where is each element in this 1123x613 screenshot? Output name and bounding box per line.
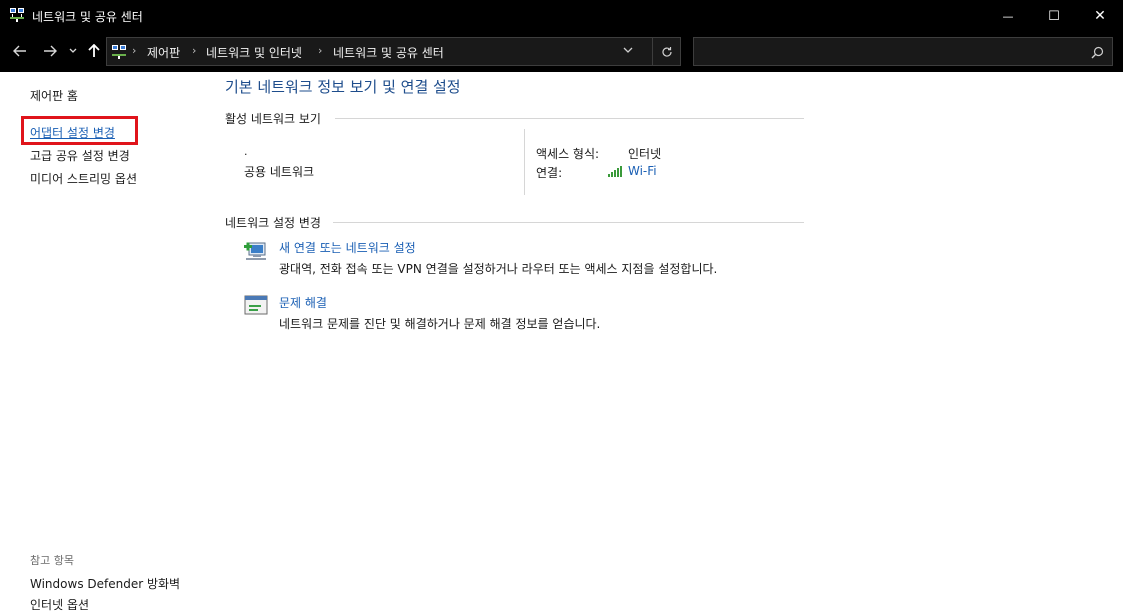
connections-label: 연결: <box>536 166 563 180</box>
new-connection-icon <box>243 239 269 263</box>
recent-locations-button[interactable] <box>66 40 80 62</box>
access-type-label: 액세스 형식: <box>536 147 600 161</box>
up-button[interactable] <box>85 40 103 62</box>
media-streaming-options-link[interactable]: 미디어 스트리밍 옵션 <box>30 170 137 187</box>
breadcrumb-control-panel[interactable]: 제어판 <box>147 44 180 61</box>
new-connection-description: 광대역, 전화 접속 또는 VPN 연결을 설정하거나 라우터 또는 액세스 지… <box>279 262 718 276</box>
refresh-button[interactable] <box>652 38 681 65</box>
network-center-icon <box>9 7 25 23</box>
network-name: . <box>244 145 248 158</box>
internet-options-link[interactable]: 인터넷 옵션 <box>30 596 89 613</box>
wifi-connection-link[interactable]: Wi-Fi <box>608 164 657 178</box>
refresh-icon <box>662 46 672 57</box>
windows-defender-firewall-link[interactable]: Windows Defender 방화벽 <box>30 575 180 592</box>
change-settings-heading: 네트워크 설정 변경 <box>225 216 321 230</box>
address-dropdown-button[interactable] <box>623 44 633 57</box>
breadcrumb-separator: › <box>318 44 323 57</box>
breadcrumb-separator: › <box>132 44 137 57</box>
network-center-icon <box>111 44 127 60</box>
chevron-down-icon <box>69 48 77 53</box>
back-arrow-icon <box>13 45 26 57</box>
breadcrumb-network-sharing-center[interactable]: 네트워크 및 공유 센터 <box>333 44 444 61</box>
chevron-down-icon <box>623 47 633 53</box>
breadcrumb-separator: › <box>192 44 197 57</box>
forward-arrow-icon <box>44 45 57 57</box>
advanced-sharing-settings-link[interactable]: 고급 공유 설정 변경 <box>30 147 130 164</box>
section-divider <box>333 222 804 223</box>
active-networks-heading: 활성 네트워크 보기 <box>225 112 321 126</box>
column-divider <box>524 129 525 195</box>
control-panel-home-link[interactable]: 제어판 홈 <box>30 87 78 104</box>
section-divider <box>335 118 804 119</box>
close-button[interactable]: ✕ <box>1077 0 1123 32</box>
address-bar[interactable]: › 제어판 › 네트워크 및 인터넷 › 네트워크 및 공유 센터 <box>106 37 681 66</box>
window-title: 네트워크 및 공유 센터 <box>32 10 143 24</box>
change-adapter-settings-link[interactable]: 어댑터 설정 변경 <box>30 124 115 141</box>
network-type-link[interactable]: 공용 네트워크 <box>244 163 314 180</box>
minimize-button[interactable]: — <box>985 0 1031 32</box>
back-button[interactable] <box>10 40 30 62</box>
page-title: 기본 네트워크 정보 보기 및 연결 설정 <box>225 78 461 96</box>
close-icon: ✕ <box>1094 8 1106 24</box>
forward-button[interactable] <box>40 40 60 62</box>
search-icon <box>1091 44 1104 63</box>
maximize-button[interactable]: ☐ <box>1031 0 1077 32</box>
minimize-icon: — <box>1002 9 1014 23</box>
title-bar: 네트워크 및 공유 센터 — ☐ ✕ <box>0 0 1123 32</box>
new-connection-link[interactable]: 새 연결 또는 네트워크 설정 <box>279 239 416 256</box>
troubleshoot-link[interactable]: 문제 해결 <box>279 294 327 311</box>
troubleshoot-icon <box>243 294 269 318</box>
access-type-value: 인터넷 <box>628 147 662 161</box>
maximize-icon: ☐ <box>1048 8 1060 24</box>
wifi-signal-icon <box>608 166 622 177</box>
search-box[interactable] <box>693 37 1113 66</box>
breadcrumb-network-internet[interactable]: 네트워크 및 인터넷 <box>206 44 302 61</box>
wifi-connection-label: Wi-Fi <box>628 164 657 178</box>
troubleshoot-description: 네트워크 문제를 진단 및 해결하거나 문제 해결 정보를 얻습니다. <box>279 317 601 331</box>
navigation-bar: › 제어판 › 네트워크 및 인터넷 › 네트워크 및 공유 센터 <box>0 32 1123 72</box>
see-also-heading: 참고 항목 <box>30 554 74 567</box>
up-arrow-icon <box>88 44 100 57</box>
